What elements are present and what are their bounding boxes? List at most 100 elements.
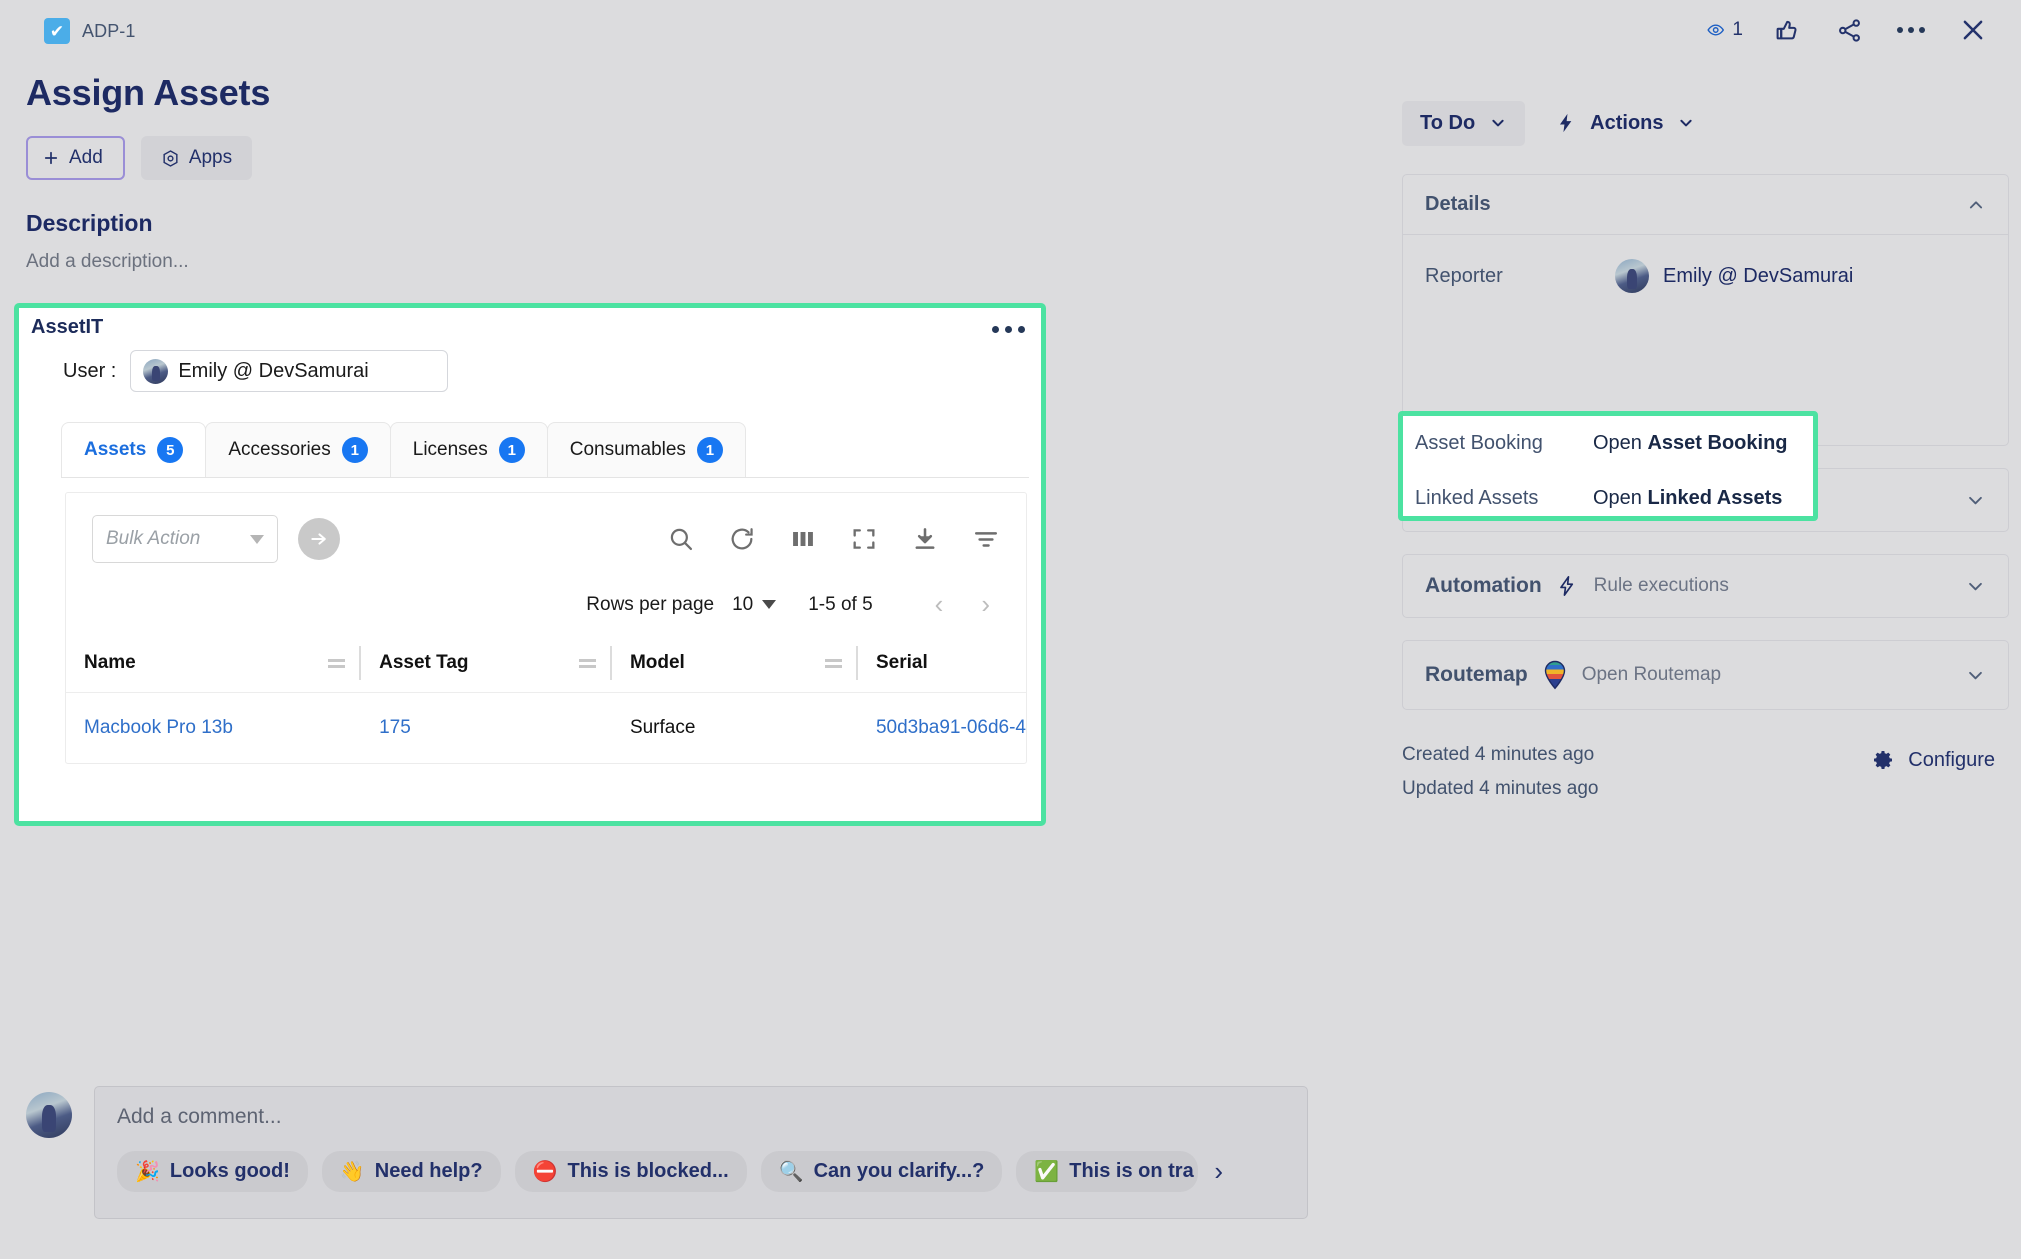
comment-box[interactable]: Add a comment... 🎉 Looks good! 👋 Need he… bbox=[94, 1086, 1308, 1219]
automation-section[interactable]: Automation Rule executions bbox=[1402, 554, 2009, 618]
chevron-down-icon[interactable] bbox=[1965, 490, 1986, 511]
status-dropdown[interactable]: To Do bbox=[1402, 100, 1526, 146]
asset-name-link[interactable]: Macbook Pro 13b bbox=[84, 717, 233, 738]
routemap-subtitle: Open Routemap bbox=[1581, 664, 1722, 685]
open-linked-assets-link[interactable]: Open Linked Assets bbox=[1593, 487, 1782, 510]
status-and-actions: To Do Actions bbox=[1402, 100, 2021, 146]
assetit-panel-header: AssetIT bbox=[19, 308, 1041, 352]
more-actions-button[interactable] bbox=[1893, 12, 1929, 48]
chip-looks-good[interactable]: 🎉 Looks good! bbox=[117, 1151, 308, 1192]
actions-dropdown[interactable]: Actions bbox=[1549, 100, 1700, 146]
main-content: Assign Assets Add Apps Description Add a… bbox=[0, 60, 1390, 273]
comment-placeholder[interactable]: Add a comment... bbox=[117, 1105, 1285, 1129]
comment-bar: Add a comment... 🎉 Looks good! 👋 Need he… bbox=[26, 1086, 1308, 1219]
column-header-asset-tag-label: Asset Tag bbox=[379, 652, 469, 673]
open-asset-booking-bold: Asset Booking bbox=[1647, 432, 1788, 454]
issue-meta: Created 4 minutes ago Updated 4 minutes … bbox=[1402, 744, 2021, 800]
cell-serial[interactable]: 50d3ba91-06d6-4 bbox=[858, 693, 1026, 764]
open-prefix: Open bbox=[1593, 487, 1648, 509]
column-header-asset-tag[interactable]: Asset Tag bbox=[361, 634, 612, 693]
cell-asset-tag[interactable]: 175 bbox=[361, 693, 612, 764]
tab-accessories[interactable]: Accessories 1 bbox=[205, 422, 391, 477]
chevron-down-icon bbox=[1679, 119, 1692, 127]
details-card-header[interactable]: Details bbox=[1403, 175, 2008, 235]
tab-consumables-badge: 1 bbox=[696, 437, 723, 463]
rows-per-page-value: 10 bbox=[732, 593, 754, 615]
chip-blocked[interactable]: ⛔ This is blocked... bbox=[514, 1151, 747, 1192]
tab-consumables-label: Consumables bbox=[569, 439, 686, 460]
breadcrumb[interactable]: ✔ ADP-1 bbox=[44, 18, 136, 44]
previous-page-button[interactable]: ‹ bbox=[925, 589, 954, 620]
bulk-action-placeholder: Bulk Action bbox=[106, 528, 201, 549]
download-icon[interactable] bbox=[911, 525, 939, 553]
description-placeholder[interactable]: Add a description... bbox=[26, 251, 1390, 273]
top-bar-actions: 1 bbox=[1707, 12, 1991, 48]
sort-handle-icon[interactable] bbox=[328, 658, 346, 668]
chip-need-help[interactable]: 👋 Need help? bbox=[321, 1151, 501, 1192]
search-icon[interactable] bbox=[667, 525, 695, 553]
reporter-value[interactable]: Emily @ DevSamurai bbox=[1615, 259, 1853, 293]
column-header-model[interactable]: Model bbox=[611, 634, 858, 693]
cell-name[interactable]: Macbook Pro 13b bbox=[66, 693, 361, 764]
tab-consumables[interactable]: Consumables 1 bbox=[546, 422, 746, 477]
next-page-button[interactable]: › bbox=[971, 589, 1000, 620]
chip-clarify[interactable]: 🔍 Can you clarify...? bbox=[760, 1151, 1003, 1192]
routemap-pin-icon bbox=[1544, 660, 1565, 690]
chip-on-track[interactable]: ✅ This is on tra bbox=[1016, 1151, 1199, 1192]
open-asset-booking-link[interactable]: Open Asset Booking bbox=[1593, 432, 1788, 455]
bulk-action-go-button[interactable] bbox=[298, 518, 340, 560]
reporter-field: Reporter Emily @ DevSamurai bbox=[1403, 257, 2008, 295]
tab-licenses[interactable]: Licenses 1 bbox=[389, 422, 548, 477]
bolt-icon bbox=[1560, 113, 1572, 133]
asset-tag-link[interactable]: 175 bbox=[379, 717, 411, 738]
chevron-down-icon[interactable] bbox=[1965, 665, 1986, 686]
rows-per-page-label: Rows per page bbox=[586, 593, 715, 615]
columns-icon[interactable] bbox=[789, 525, 817, 553]
column-header-name-label: Name bbox=[84, 652, 136, 673]
sort-handle-icon[interactable] bbox=[578, 658, 596, 668]
sort-handle-icon[interactable] bbox=[824, 658, 842, 668]
column-header-serial[interactable]: Serial bbox=[857, 634, 1026, 693]
rows-per-page-select[interactable]: 10 bbox=[732, 593, 777, 616]
updated-timestamp: Updated 4 minutes ago bbox=[1402, 778, 1599, 799]
tab-accessories-label: Accessories bbox=[228, 439, 331, 460]
tab-licenses-label: Licenses bbox=[412, 439, 488, 460]
avatar bbox=[143, 358, 169, 384]
add-button[interactable]: Add bbox=[26, 136, 125, 180]
configure-button[interactable]: Configure bbox=[1871, 748, 1995, 772]
refresh-icon[interactable] bbox=[728, 525, 756, 553]
apps-icon bbox=[163, 149, 178, 167]
tab-assets[interactable]: Assets 5 bbox=[61, 422, 207, 477]
watch-button[interactable]: 1 bbox=[1707, 12, 1743, 48]
routemap-section[interactable]: Routemap Open Routemap bbox=[1402, 640, 2009, 710]
asset-serial-link[interactable]: 50d3ba91-06d6-4 bbox=[876, 717, 1026, 738]
close-button[interactable] bbox=[1955, 12, 1991, 48]
breadcrumb-issue-key[interactable]: ADP-1 bbox=[82, 21, 136, 42]
column-header-name[interactable]: Name bbox=[66, 634, 362, 693]
assets-toolbar-icons bbox=[667, 525, 1000, 553]
content-actions: Add Apps bbox=[26, 136, 1390, 180]
apps-button[interactable]: Apps bbox=[140, 136, 253, 180]
bulk-action-select[interactable]: Bulk Action bbox=[92, 515, 278, 563]
chips-next-button[interactable]: › bbox=[1212, 1156, 1223, 1187]
like-button[interactable] bbox=[1769, 12, 1805, 48]
watch-count: 1 bbox=[1732, 19, 1743, 40]
share-button[interactable] bbox=[1831, 12, 1867, 48]
assetit-panel-more-icon[interactable] bbox=[992, 326, 1025, 333]
assetit-user-field: User : Emily @ DevSamurai bbox=[63, 350, 1041, 392]
filter-icon[interactable] bbox=[972, 525, 1000, 553]
avatar bbox=[26, 1092, 72, 1138]
assetit-user-select[interactable]: Emily @ DevSamurai bbox=[130, 350, 449, 392]
asset-booking-row: Asset Booking Open Asset Booking bbox=[1403, 416, 1813, 471]
details-card: Details Reporter Emily @ DevSamurai bbox=[1402, 174, 2009, 446]
party-popper-icon: 🎉 bbox=[135, 1161, 160, 1183]
description-heading: Description bbox=[26, 210, 153, 236]
chevron-down-icon[interactable] bbox=[1965, 576, 1986, 597]
open-prefix: Open bbox=[1593, 432, 1648, 454]
table-row[interactable]: Macbook Pro 13b 175 Surface 50d3ba91-06d… bbox=[66, 693, 1026, 764]
assetit-panel-highlight: AssetIT User : Emily @ DevSamurai Assets… bbox=[14, 303, 1046, 826]
chevron-down-icon bbox=[250, 534, 264, 544]
thumbs-up-icon bbox=[1776, 20, 1797, 39]
fullscreen-icon[interactable] bbox=[850, 525, 878, 553]
magnifier-icon: 🔍 bbox=[778, 1161, 804, 1183]
